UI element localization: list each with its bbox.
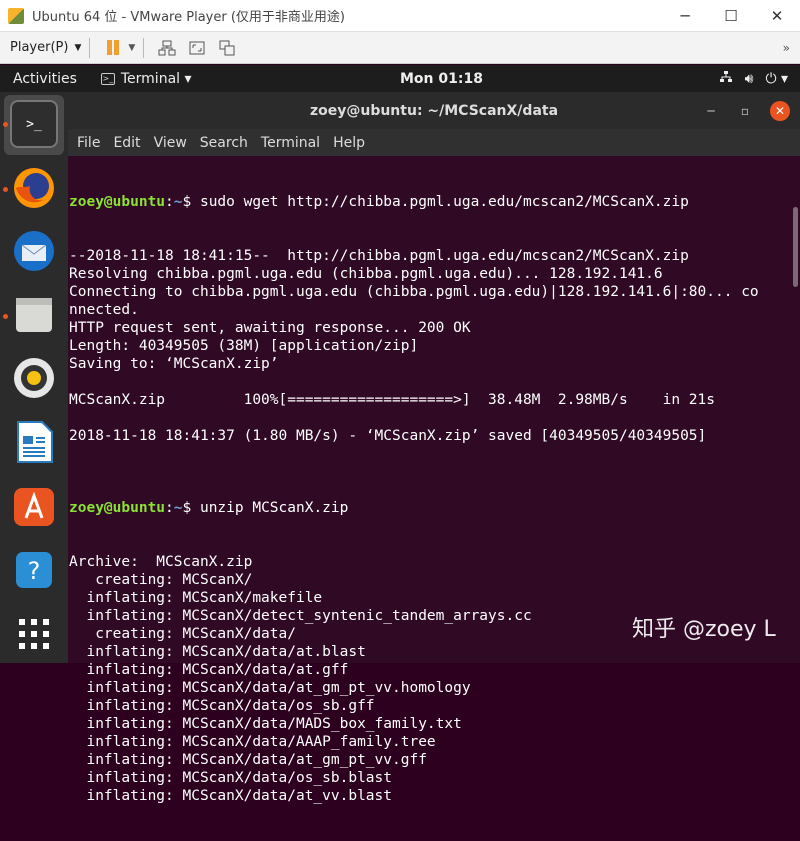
prompt-user: zoey@ubuntu	[69, 194, 166, 210]
dock-files-icon[interactable]	[10, 290, 58, 338]
output-line: MCScanX.zip 100%[===================>] 3…	[69, 392, 716, 408]
output-line: Archive: MCScanX.zip	[69, 554, 253, 570]
output-line: inflating: MCScanX/data/os_sb.gff	[69, 698, 375, 714]
dock-software-icon[interactable]	[10, 482, 58, 530]
terminal-title: zoey@ubuntu: ~/MCScanX/data	[309, 102, 559, 119]
output-line: Resolving chibba.pgml.uga.edu (chibba.pg…	[69, 266, 663, 282]
output-line: inflating: MCScanX/data/os_sb.blast	[69, 770, 393, 786]
minimize-button[interactable]: ─	[662, 0, 708, 32]
player-menu-label: Player(P)	[10, 40, 69, 55]
output-line: Connecting to chibba.pgml.uga.edu (chibb…	[69, 284, 759, 300]
terminal-icon: >_	[100, 72, 115, 85]
gnome-top-panel: Activities >_ Terminal ▾ Mon 01:18 🔊︎ ⏻ …	[0, 65, 800, 92]
menu-terminal[interactable]: Terminal	[261, 135, 320, 151]
output-line: inflating: MCScanX/data/MADS_box_family.…	[69, 716, 462, 732]
toolbar-divider	[89, 37, 91, 58]
output-line: HTTP request sent, awaiting response... …	[69, 320, 471, 336]
output-line: inflating: MCScanX/data/AAAP_family.tree	[69, 734, 436, 750]
output-line: inflating: MCScanX/data/at_gm_pt_vv.gff	[69, 752, 427, 768]
terminal-maximize-icon[interactable]: ▫	[735, 101, 755, 121]
output-line: 2018-11-18 18:41:37 (1.80 MB/s) - ‘MCSca…	[69, 428, 707, 444]
fullscreen-icon[interactable]	[186, 37, 208, 59]
chevron-down-icon: ▼	[74, 42, 82, 53]
command-text: sudo wget http://chibba.pgml.uga.edu/mcs…	[199, 194, 689, 210]
terminal-window: zoey@ubuntu: ~/MCScanX/data ─ ▫ ✕ File E…	[68, 92, 800, 804]
running-indicator	[3, 122, 8, 127]
terminal-titlebar[interactable]: zoey@ubuntu: ~/MCScanX/data ─ ▫ ✕	[68, 92, 800, 129]
output-line: inflating: MCScanX/data/at.gff	[69, 662, 349, 678]
toolbar-divider	[143, 37, 145, 58]
pause-icon[interactable]	[102, 37, 124, 59]
prompt-path: ~	[173, 194, 183, 210]
menu-edit[interactable]: Edit	[113, 135, 140, 151]
close-button[interactable]: ✕	[754, 0, 800, 32]
menu-search[interactable]: Search	[200, 135, 248, 151]
dock-thunderbird-icon[interactable]	[10, 227, 58, 275]
dock-rhythmbox-icon[interactable]	[10, 354, 58, 402]
clock[interactable]: Mon 01:18	[400, 71, 483, 87]
network-devices-icon[interactable]	[156, 37, 178, 59]
toolbar-expand-icon[interactable]: »	[783, 41, 790, 55]
prompt-path: ~	[173, 500, 183, 516]
chevron-down-icon[interactable]: ▼	[128, 43, 135, 53]
menu-file[interactable]: File	[77, 135, 100, 151]
command-text: unzip MCScanX.zip	[199, 500, 349, 516]
output-line: creating: MCScanX/	[69, 572, 253, 588]
dock-writer-icon[interactable]	[10, 418, 58, 466]
terminal-close-icon[interactable]: ✕	[770, 101, 790, 121]
terminal-minimize-icon[interactable]: ─	[701, 101, 721, 121]
output-line: inflating: MCScanX/data/at_gm_pt_vv.homo…	[69, 680, 471, 696]
unity-mode-icon[interactable]	[216, 37, 238, 59]
dock-firefox-icon[interactable]	[10, 164, 58, 212]
system-tray[interactable]: 🔊︎ ⏻ ▾	[719, 70, 788, 88]
running-indicator	[3, 314, 8, 319]
dock: >_ ?	[0, 92, 68, 663]
terminal-menubar: File Edit View Search Terminal Help	[68, 129, 800, 156]
running-indicator	[3, 187, 8, 192]
output-line: inflating: MCScanX/data/at.blast	[69, 644, 366, 660]
watermark: 知乎 @zoey L	[632, 617, 776, 642]
vmware-title-bar: Ubuntu 64 位 - VMware Player (仅用于非商业用途) ─…	[0, 0, 800, 32]
vmware-window-title: Ubuntu 64 位 - VMware Player (仅用于非商业用途)	[32, 10, 345, 25]
prompt-line: zoey@ubuntu:~$ sudo wget http://chibba.p…	[69, 194, 689, 210]
show-applications-icon[interactable]	[10, 610, 58, 658]
app-menu-label: Terminal ▾	[120, 70, 192, 87]
output-line: nnected.	[69, 302, 139, 318]
menu-help[interactable]: Help	[333, 135, 365, 151]
maximize-button[interactable]: ☐	[708, 0, 754, 32]
output-line: inflating: MCScanX/makefile	[69, 590, 323, 606]
volume-icon: 🔊︎	[744, 70, 754, 87]
output-line: inflating: MCScanX/data/at_vv.blast	[69, 788, 393, 804]
dock-terminal-icon[interactable]: >_	[10, 100, 58, 148]
power-icon: ⏻ ▾	[765, 70, 788, 87]
output-line: --2018-11-18 18:41:15-- http://chibba.pg…	[69, 248, 689, 264]
output-line: Saving to: ‘MCScanX.zip’	[69, 356, 279, 372]
menu-view[interactable]: View	[154, 135, 187, 151]
vmware-logo-icon	[8, 7, 24, 24]
app-menu[interactable]: >_ Terminal ▾	[100, 70, 192, 87]
terminal-scrollbar[interactable]	[793, 207, 798, 287]
terminal-output[interactable]: zoey@ubuntu:~$ sudo wget http://chibba.p…	[68, 156, 800, 841]
svg-text:?: ?	[28, 557, 41, 585]
network-icon	[719, 70, 733, 88]
prompt-user: zoey@ubuntu	[69, 500, 166, 516]
activities-button[interactable]: Activities	[13, 71, 77, 87]
player-menu[interactable]: Player(P) ▼	[10, 40, 81, 55]
output-line: Length: 40349505 (38M) [application/zip]	[69, 338, 419, 354]
dock-help-icon[interactable]: ?	[10, 546, 58, 594]
prompt-line: zoey@ubuntu:~$ unzip MCScanX.zip	[69, 500, 349, 516]
vmware-toolbar: Player(P) ▼ ▼ »	[0, 32, 800, 64]
